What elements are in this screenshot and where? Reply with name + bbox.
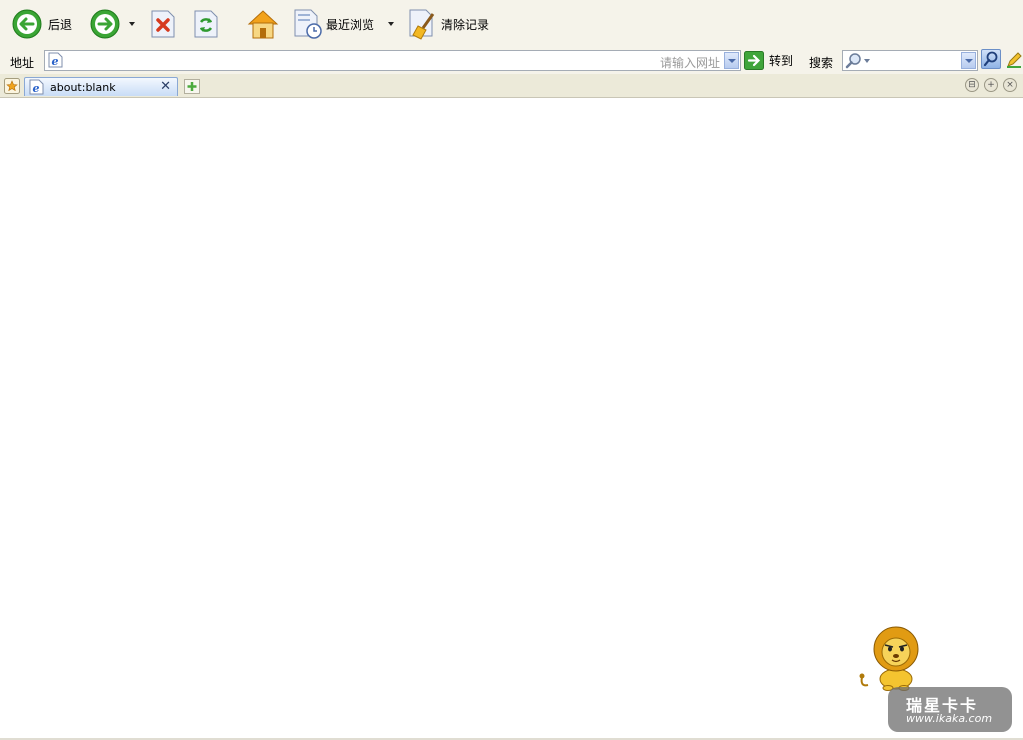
recent-dropdown-icon[interactable] — [388, 22, 394, 26]
search-button[interactable] — [981, 49, 1001, 69]
address-dropdown-button[interactable] — [724, 52, 739, 69]
search-field[interactable] — [842, 50, 978, 71]
new-tab-icon[interactable] — [184, 79, 200, 94]
clear-history-button[interactable]: 清除记录 — [408, 6, 489, 42]
address-field[interactable]: e 请输入网址 — [44, 50, 741, 71]
watermark: 瑞星卡卡 www.ikaka.com — [888, 687, 1012, 732]
main-toolbar: 后退 最近浏览 清除记录 — [0, 0, 1023, 48]
address-bar: 地址 e 请输入网址 转到 搜索 — [0, 48, 1023, 74]
go-button[interactable]: 转到 — [744, 51, 793, 70]
address-input[interactable] — [67, 51, 637, 70]
go-arrow-icon — [744, 51, 764, 70]
lion-mascot-icon[interactable] — [858, 625, 928, 691]
refresh-icon — [194, 10, 218, 38]
search-dropdown-button[interactable] — [961, 52, 976, 69]
watermark-url: www.ikaka.com — [906, 712, 993, 725]
refresh-button[interactable] — [193, 6, 219, 42]
forward-button[interactable] — [90, 6, 120, 42]
stop-button[interactable] — [150, 6, 176, 42]
history-icon — [294, 9, 322, 39]
back-label: 后退 — [48, 17, 73, 32]
close-tab-icon[interactable]: ✕ — [160, 79, 171, 94]
maximize-tab-icon[interactable]: + — [984, 78, 998, 92]
address-hint: 请输入网址 — [659, 56, 720, 70]
stop-icon — [151, 10, 175, 38]
clear-history-label: 清除记录 — [441, 17, 490, 32]
svg-text:e: e — [33, 82, 40, 95]
search-icon — [983, 51, 998, 67]
ie-page-icon: e — [29, 79, 44, 95]
go-label: 转到 — [769, 54, 794, 68]
svg-text:e: e — [52, 55, 59, 68]
forward-icon — [90, 9, 120, 39]
search-label: 搜索 — [809, 56, 834, 70]
ie-page-icon: e — [48, 52, 63, 68]
tab-title: about:blank — [50, 81, 116, 94]
search-magnifier-icon[interactable] — [845, 52, 873, 69]
broom-icon — [409, 9, 435, 40]
favorites-icon[interactable] — [4, 78, 20, 94]
address-label: 地址 — [10, 56, 35, 70]
pencil-icon[interactable] — [1005, 51, 1023, 69]
home-button[interactable] — [246, 6, 280, 42]
tab-about-blank[interactable]: e about:blank ✕ — [24, 77, 178, 96]
recent-browsing-label: 最近浏览 — [326, 17, 375, 32]
close-window-icon[interactable]: × — [1003, 78, 1017, 92]
back-icon — [12, 9, 42, 39]
home-icon — [247, 10, 279, 39]
forward-dropdown-icon[interactable] — [129, 22, 135, 26]
restore-tab-icon[interactable]: ⊟ — [965, 78, 979, 92]
tab-bar: e about:blank ✕ ⊟ + × — [0, 74, 1023, 98]
back-button[interactable]: 后退 — [12, 6, 72, 42]
recent-browsing-button[interactable]: 最近浏览 — [293, 6, 374, 42]
